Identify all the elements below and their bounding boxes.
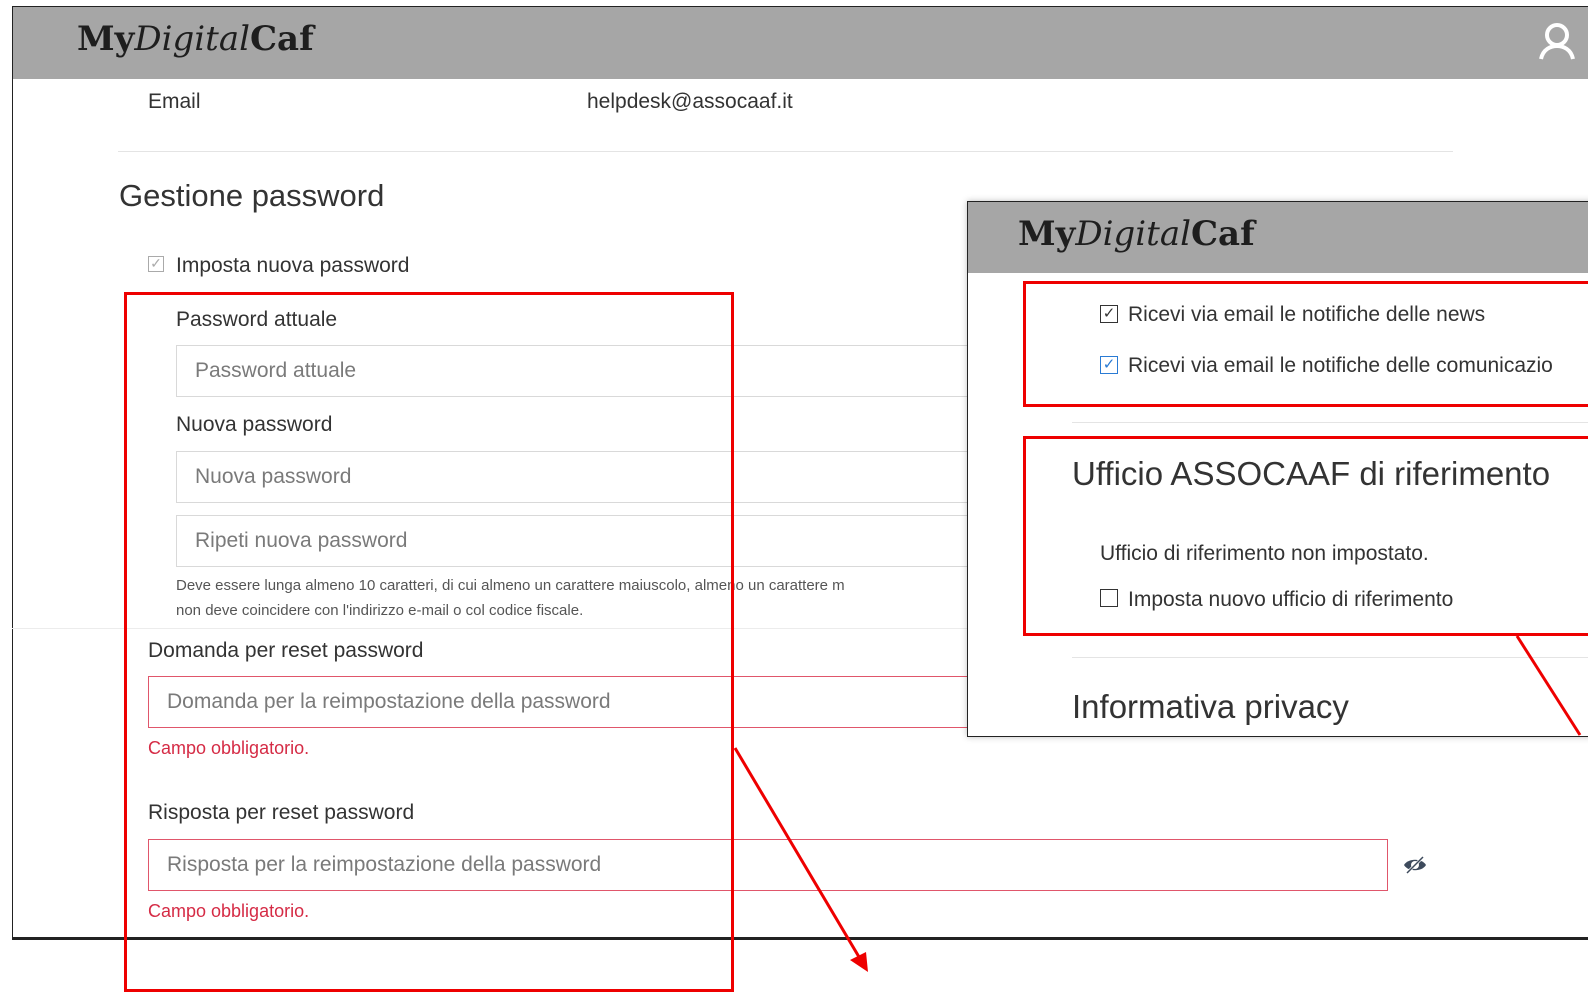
annotation-arrow-2 xyxy=(1515,635,1582,736)
annotation-arrows xyxy=(733,635,1582,972)
annotation-arrow-1 xyxy=(733,747,864,963)
